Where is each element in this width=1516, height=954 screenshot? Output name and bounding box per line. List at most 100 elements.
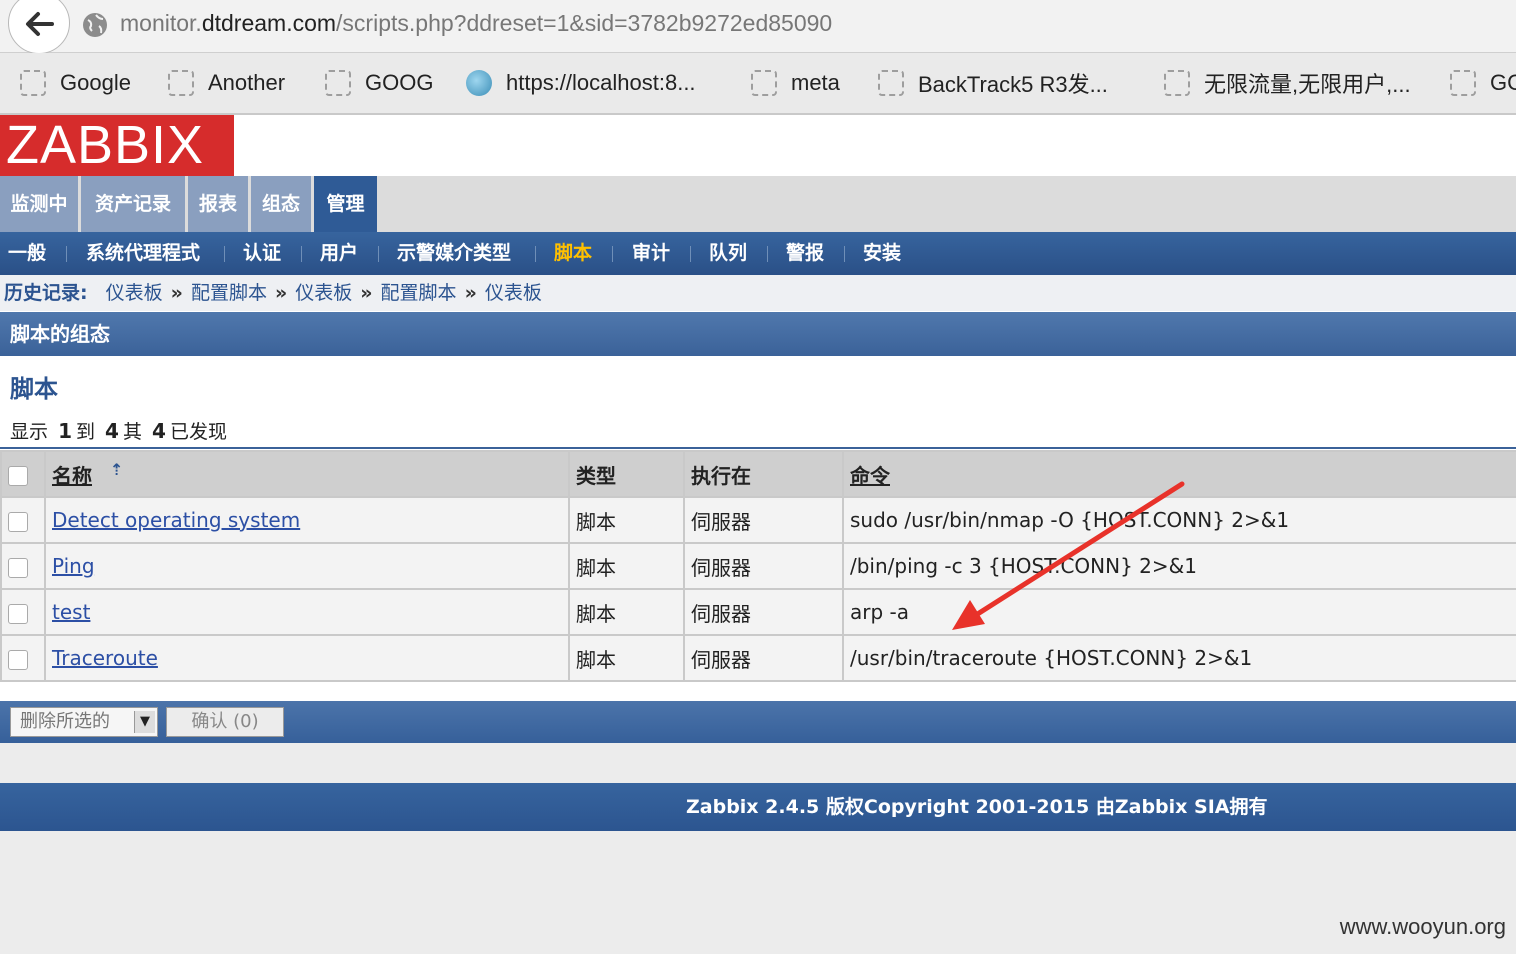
- row-checkbox[interactable]: [8, 557, 28, 578]
- header-execute-on: 执行在: [683, 450, 844, 498]
- submenu-scripts[interactable]: 脚本: [554, 232, 592, 275]
- tab-administration[interactable]: 管理: [314, 176, 377, 232]
- submenu-authentication[interactable]: 认证: [243, 232, 281, 275]
- tab-monitoring[interactable]: 监测中: [0, 176, 78, 232]
- select-all-cell: [0, 450, 46, 498]
- history-link[interactable]: 配置脚本: [191, 282, 267, 304]
- bulk-action-select[interactable]: 删除所选的 ▼: [10, 707, 158, 737]
- name-cell: Detect operating system: [44, 496, 570, 544]
- section-title: 脚本: [10, 375, 58, 403]
- history-link[interactable]: 仪表板: [106, 282, 163, 304]
- spacer: [0, 743, 1516, 783]
- script-name-link[interactable]: Ping: [52, 554, 95, 578]
- type-cell: 脚本: [568, 496, 685, 544]
- type-cell: 脚本: [568, 542, 685, 590]
- command-cell: arp -a: [842, 588, 1516, 636]
- bookmark-placeholder-icon: [1450, 70, 1476, 96]
- name-cell: Traceroute: [44, 634, 570, 682]
- page-bottom: www.wooyun.org: [0, 831, 1516, 954]
- select-all-checkbox[interactable]: [8, 465, 28, 486]
- menu-separator: [301, 246, 302, 262]
- header-name: 名称 ⇡: [44, 450, 570, 498]
- tab-inventory[interactable]: 资产记录: [81, 176, 185, 232]
- zabbix-page: ZABBIX 监测中 资产记录 报表 组态 管理 一般 系统代理程式 认证 用户…: [0, 115, 1516, 954]
- row-checkbox[interactable]: [8, 603, 28, 624]
- zabbix-logo[interactable]: ZABBIX: [0, 115, 234, 176]
- scripts-table: 名称 ⇡ 类型 执行在 命令 Detect operating system 脚本…: [0, 450, 1516, 682]
- submenu-notifications[interactable]: 警报: [786, 232, 824, 275]
- history-link[interactable]: 配置脚本: [381, 282, 457, 304]
- sub-menu: 一般 系统代理程式 认证 用户 示警媒介类型 脚本 审计 队列 警报 安装: [0, 232, 1516, 275]
- script-name-link[interactable]: Detect operating system: [52, 508, 300, 532]
- row-select-cell: [0, 634, 46, 682]
- breadcrumb-separator: »: [170, 282, 183, 304]
- bookmark-placeholder-icon: [20, 70, 46, 96]
- row-select-cell: [0, 496, 46, 544]
- exec-cell: 伺服器: [683, 634, 844, 682]
- menu-separator: [767, 246, 768, 262]
- submenu-users[interactable]: 用户: [320, 232, 358, 275]
- submenu-queue[interactable]: 队列: [709, 232, 747, 275]
- bookmark-gc[interactable]: GC: [1450, 68, 1516, 98]
- table-header-row: 名称 ⇡ 类型 执行在 命令: [0, 450, 1516, 498]
- sort-by-name-link[interactable]: 名称: [52, 464, 92, 488]
- bookmark-meta[interactable]: meta: [751, 68, 840, 98]
- type-cell: 脚本: [568, 634, 685, 682]
- submenu-audit[interactable]: 审计: [632, 232, 670, 275]
- header-command: 命令: [842, 450, 1516, 498]
- row-checkbox[interactable]: [8, 511, 28, 532]
- exec-cell: 伺服器: [683, 542, 844, 590]
- name-cell: Ping: [44, 542, 570, 590]
- exec-cell: 伺服器: [683, 588, 844, 636]
- main-menu: 监测中 资产记录 报表 组态 管理: [0, 176, 1516, 232]
- bookmark-localhost[interactable]: https://localhost:8...: [466, 68, 696, 98]
- row-checkbox[interactable]: [8, 649, 28, 670]
- bookmark-placeholder-icon: [325, 70, 351, 96]
- bookmark-placeholder-icon: [168, 70, 194, 96]
- history-label: 历史记录:: [4, 282, 88, 304]
- confirm-button[interactable]: 确认 (0): [166, 707, 284, 737]
- bookmark-placeholder-icon: [1164, 70, 1190, 96]
- watermark: www.wooyun.org: [1339, 914, 1506, 939]
- menu-separator: [612, 246, 613, 262]
- breadcrumb: 历史记录: 仪表板 » 配置脚本 » 仪表板 » 配置脚本 » 仪表板: [0, 275, 1516, 311]
- table-row: test 脚本 伺服器 arp -a: [0, 588, 1516, 636]
- history-link[interactable]: 仪表板: [295, 282, 352, 304]
- bookmark-backtrack[interactable]: BackTrack5 R3发...: [878, 68, 1108, 98]
- type-cell: 脚本: [568, 588, 685, 636]
- chevron-down-icon: ▼: [134, 711, 155, 733]
- bookmark-unlimited[interactable]: 无限流量,无限用户,...: [1164, 68, 1411, 98]
- submenu-media-types[interactable]: 示警媒介类型: [397, 232, 511, 275]
- tab-configuration[interactable]: 组态: [251, 176, 311, 232]
- submenu-proxies[interactable]: 系统代理程式: [86, 232, 200, 275]
- back-button[interactable]: [8, 0, 70, 54]
- breadcrumb-separator: »: [360, 282, 373, 304]
- globe-icon: [83, 13, 107, 37]
- menu-separator: [690, 246, 691, 262]
- script-name-link[interactable]: Traceroute: [52, 646, 158, 670]
- exec-cell: 伺服器: [683, 496, 844, 544]
- results-count: 显示 1到 4其 4 已发现: [10, 419, 227, 443]
- action-bar: 删除所选的 ▼ 确认 (0): [0, 701, 1516, 743]
- menu-separator: [844, 246, 845, 262]
- sort-by-command-link[interactable]: 命令: [850, 464, 890, 488]
- page-title: 脚本的组态: [0, 312, 1516, 356]
- back-arrow-icon: [26, 12, 54, 36]
- menu-separator: [224, 246, 225, 262]
- table-row: Ping 脚本 伺服器 /bin/ping -c 3 {HOST.CONN} 2…: [0, 542, 1516, 590]
- url-field[interactable]: monitor.dtdream.com/scripts.php?ddreset=…: [120, 10, 832, 37]
- command-cell: /usr/bin/traceroute {HOST.CONN} 2>&1: [842, 634, 1516, 682]
- sort-asc-icon: ⇡: [110, 459, 124, 479]
- breadcrumb-separator: »: [274, 282, 288, 304]
- script-name-link[interactable]: test: [52, 600, 90, 624]
- submenu-general[interactable]: 一般: [8, 232, 46, 275]
- bookmark-google[interactable]: Google: [20, 68, 131, 98]
- row-select-cell: [0, 588, 46, 636]
- submenu-installation[interactable]: 安装: [863, 232, 901, 275]
- bookmark-placeholder-icon: [878, 70, 904, 96]
- history-link[interactable]: 仪表板: [485, 282, 542, 304]
- bookmark-goog[interactable]: GOOG: [325, 68, 433, 98]
- bookmark-another[interactable]: Another: [168, 68, 285, 98]
- command-cell: /bin/ping -c 3 {HOST.CONN} 2>&1: [842, 542, 1516, 590]
- tab-reports[interactable]: 报表: [188, 176, 248, 232]
